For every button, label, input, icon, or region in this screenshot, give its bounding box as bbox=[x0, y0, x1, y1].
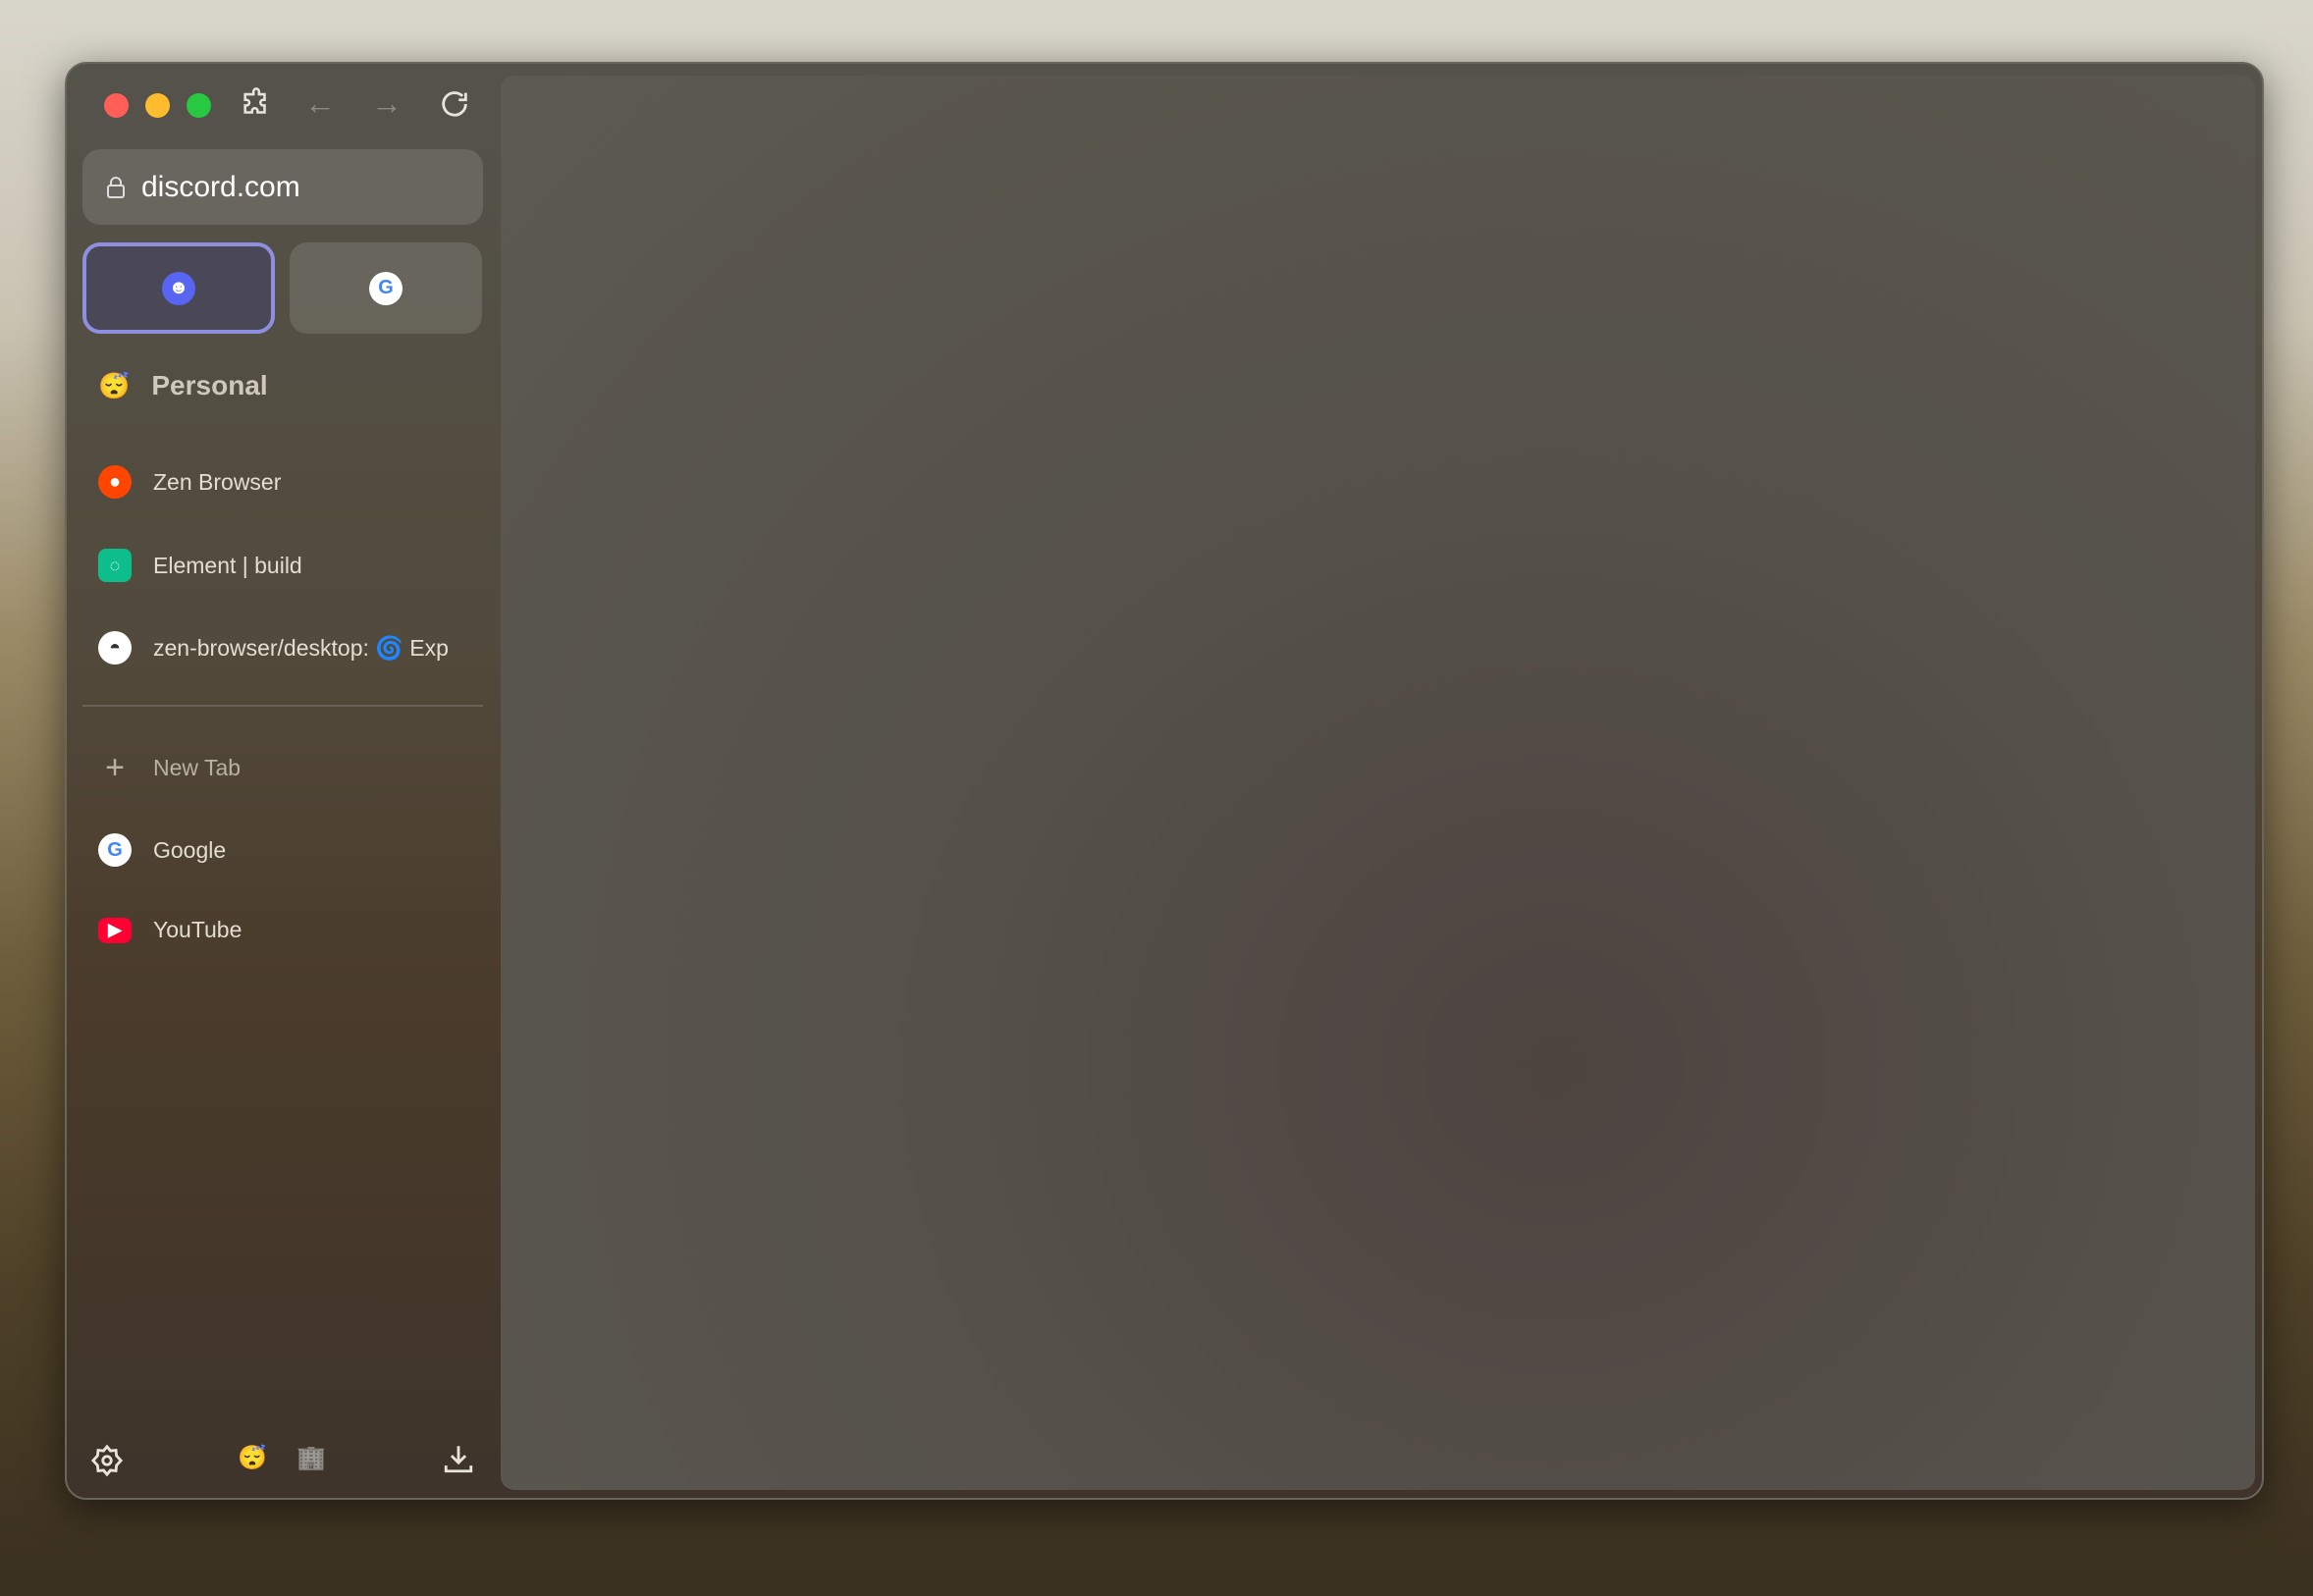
minimize-button[interactable] bbox=[145, 93, 170, 118]
youtube-icon: ▶ bbox=[98, 917, 132, 943]
back-button[interactable]: ← bbox=[304, 87, 336, 119]
maximize-button[interactable] bbox=[187, 93, 211, 118]
web-content[interactable] bbox=[501, 76, 2255, 1490]
discord-icon: ☻ bbox=[162, 271, 195, 305]
url-text: discord.com bbox=[141, 170, 300, 203]
url-bar[interactable]: discord.com bbox=[82, 149, 483, 225]
new-tab-label: New Tab bbox=[153, 755, 242, 780]
tab-label: Google bbox=[153, 836, 227, 863]
github-icon: ◓ bbox=[98, 631, 132, 665]
pinned-tab-discord[interactable]: ☻ bbox=[82, 242, 275, 334]
forward-button[interactable]: → bbox=[371, 87, 403, 119]
puzzle-icon[interactable] bbox=[240, 87, 273, 126]
browser-window: ← → discord.com ☻ G 😴 Personal ● Zen Bro… bbox=[65, 62, 2264, 1500]
tab-label: Element | build bbox=[153, 552, 302, 578]
pinned-tab-google[interactable]: G bbox=[290, 242, 482, 334]
workspace-emoji: 😴 bbox=[98, 370, 131, 400]
plus-icon: + bbox=[105, 749, 125, 786]
workspace-header[interactable]: 😴 Personal bbox=[98, 370, 491, 401]
google-icon: G bbox=[98, 833, 132, 867]
tab-label: Zen Browser bbox=[153, 468, 282, 495]
divider bbox=[82, 705, 483, 707]
workspace-button-personal[interactable]: 😴 bbox=[238, 1444, 267, 1472]
downloads-button[interactable] bbox=[442, 1442, 475, 1480]
tab-label: zen-browser/desktop: 🌀 Exp bbox=[153, 634, 449, 661]
tab-item[interactable]: ◌ Element | build bbox=[98, 549, 491, 582]
tab-label: YouTube bbox=[153, 917, 242, 942]
tab-item[interactable]: ◓ zen-browser/desktop: 🌀 Exp bbox=[98, 631, 499, 665]
element-icon: ◌ bbox=[98, 549, 132, 582]
workspace-name: Personal bbox=[151, 370, 268, 400]
google-icon: G bbox=[369, 271, 403, 305]
reload-button[interactable] bbox=[438, 87, 471, 126]
tab-item[interactable]: G Google bbox=[98, 833, 491, 867]
tab-item[interactable]: ● Zen Browser bbox=[98, 465, 491, 499]
lock-icon bbox=[107, 176, 125, 198]
new-tab-button[interactable]: + New Tab bbox=[98, 749, 491, 787]
workspace-button-work[interactable]: 🏢 bbox=[296, 1444, 326, 1472]
reddit-icon: ● bbox=[98, 465, 132, 499]
tab-item[interactable]: ▶ YouTube bbox=[98, 917, 491, 943]
settings-button[interactable] bbox=[90, 1444, 124, 1482]
close-button[interactable] bbox=[104, 93, 129, 118]
